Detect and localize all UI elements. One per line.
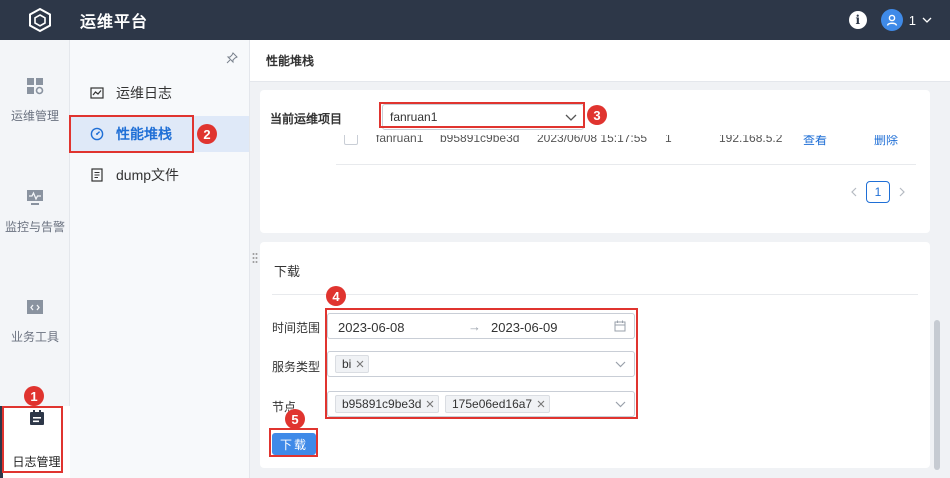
highlight-box xyxy=(325,308,638,419)
divider xyxy=(272,294,918,295)
top-bar: 运维平台 i 1 xyxy=(0,0,950,40)
app-title: 运维平台 xyxy=(80,14,149,31)
sidebar-item-label: 业务工具 xyxy=(10,330,59,344)
file-icon xyxy=(91,168,103,182)
sidebar-item-tools[interactable]: 业务工具 xyxy=(0,297,70,345)
grid-icon xyxy=(27,78,44,95)
project-label: 当前运维项目 xyxy=(270,112,343,126)
monitor-icon xyxy=(27,190,43,205)
delete-link[interactable]: 删除 xyxy=(874,135,898,148)
secondary-sidebar: 运维日志 性能堆栈 dump文件 xyxy=(70,40,250,478)
time-range-label: 时间范围 xyxy=(272,321,321,335)
chevron-right-icon[interactable] xyxy=(898,187,906,197)
drag-handle-icon[interactable] xyxy=(252,252,258,264)
cell-node: b95891c9be3d xyxy=(440,135,520,145)
sidebar-item-label: 监控与告警 xyxy=(4,220,65,234)
app-logo-icon xyxy=(26,6,54,34)
sidebar-item-ops[interactable]: 运维管理 xyxy=(0,76,70,124)
pagination: 1 xyxy=(850,181,906,203)
user-name: 1 xyxy=(908,12,916,28)
chart-icon xyxy=(90,87,104,99)
chevron-down-icon xyxy=(922,17,932,23)
step-badge: 2 xyxy=(197,124,217,144)
user-menu[interactable]: 1 xyxy=(880,9,932,31)
highlight-box xyxy=(269,428,318,457)
cell-project: fanruan1 xyxy=(376,135,424,145)
submenu-item-dump-file[interactable]: dump文件 xyxy=(70,157,249,193)
step-badge: 5 xyxy=(285,409,305,429)
cell-ip: 192.168.5.2 xyxy=(719,135,783,145)
sidebar-item-label: 运维管理 xyxy=(10,109,59,123)
page-number[interactable]: 1 xyxy=(866,181,890,203)
cell-time: 2023/06/08 15:17:55 xyxy=(537,135,648,145)
highlight-box xyxy=(379,102,585,128)
highlight-box xyxy=(2,406,63,473)
code-icon xyxy=(27,300,43,314)
view-link[interactable]: 查看 xyxy=(803,135,827,148)
row-checkbox[interactable] xyxy=(344,135,358,145)
submenu-item-ops-log[interactable]: 运维日志 xyxy=(70,75,249,111)
download-title: 下载 xyxy=(274,264,301,279)
pin-icon[interactable] xyxy=(226,52,238,64)
step-badge: 1 xyxy=(24,386,44,406)
table-row: fanruan1 b95891c9be3d 2023/06/08 15:17:5… xyxy=(336,135,916,165)
step-badge: 4 xyxy=(326,286,346,306)
cell-count: 1 xyxy=(665,135,672,145)
chevron-left-icon[interactable] xyxy=(850,187,858,197)
breadcrumb: 性能堆栈 xyxy=(250,40,950,82)
highlight-box xyxy=(69,115,194,153)
scrollbar-thumb[interactable] xyxy=(934,320,940,470)
info-icon[interactable]: i xyxy=(848,11,867,29)
submenu-item-label: dump文件 xyxy=(116,167,180,183)
step-badge: 3 xyxy=(587,105,607,125)
submenu-item-label: 运维日志 xyxy=(116,85,172,101)
user-avatar-icon xyxy=(880,9,903,31)
sidebar-item-monitor[interactable]: 监控与告警 xyxy=(0,187,70,235)
service-type-label: 服务类型 xyxy=(272,360,321,374)
